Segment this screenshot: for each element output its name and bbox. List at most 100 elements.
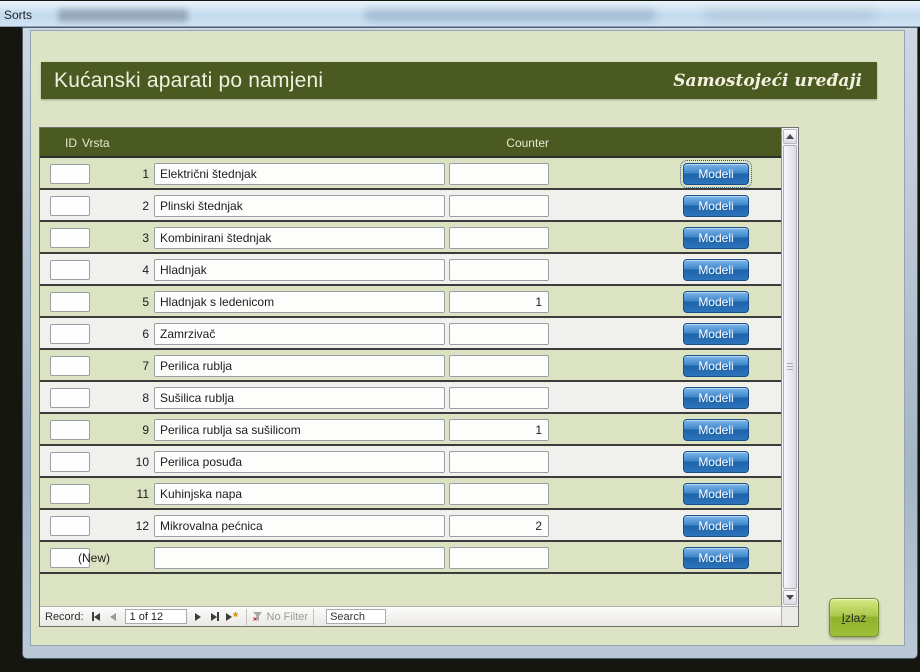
nav-separator <box>313 608 315 625</box>
counter-input[interactable] <box>449 227 549 249</box>
row-id-value: 1 <box>142 167 149 181</box>
id-box[interactable] <box>50 420 90 440</box>
column-header-id: ID <box>65 136 77 150</box>
vrsta-input[interactable] <box>154 547 445 569</box>
counter-input[interactable] <box>449 323 549 345</box>
modeli-button[interactable]: Modeli <box>683 515 749 537</box>
modeli-button[interactable]: Modeli <box>683 387 749 409</box>
counter-input[interactable] <box>449 163 549 185</box>
counter-input[interactable] <box>449 547 549 569</box>
counter-input[interactable] <box>449 451 549 473</box>
vrsta-input[interactable]: Zamrzivač <box>154 323 445 345</box>
modeli-button[interactable]: Modeli <box>683 547 749 569</box>
record-label: Record: <box>45 610 84 623</box>
modeli-button[interactable]: Modeli <box>680 160 752 188</box>
table-row: 11 Kuhinjska napa Modeli <box>40 478 781 510</box>
no-filter-label: No Filter <box>266 610 309 623</box>
counter-input[interactable]: 1 <box>449 419 549 441</box>
scrollbar-thumb[interactable] <box>783 145 797 589</box>
scroll-down-icon <box>786 595 794 600</box>
table-header: ID Vrsta Counter <box>40 128 781 158</box>
counter-input[interactable]: 2 <box>449 515 549 537</box>
id-box[interactable] <box>50 164 90 184</box>
id-box[interactable] <box>50 292 90 312</box>
modeli-button[interactable]: Modeli <box>683 483 749 505</box>
table-row: 8 Sušilica rublja Modeli <box>40 382 781 414</box>
counter-input[interactable] <box>449 387 549 409</box>
scroll-up-icon <box>786 134 794 139</box>
modeli-button[interactable]: Modeli <box>683 259 749 281</box>
counter-input[interactable]: 1 <box>449 291 549 313</box>
row-id-value: 9 <box>142 423 149 437</box>
id-box[interactable] <box>50 452 90 472</box>
row-id-value: 12 <box>135 519 149 533</box>
vrsta-input[interactable]: Sušilica rublja <box>154 387 445 409</box>
last-record-button[interactable] <box>208 609 223 624</box>
vrsta-input[interactable]: Perilica posuđa <box>154 451 445 473</box>
table-row: 3 Kombinirani štednjak Modeli <box>40 222 781 254</box>
scroll-down-button[interactable] <box>783 590 797 605</box>
vrsta-input[interactable]: Perilica rublja <box>154 355 445 377</box>
record-navigator: Record: 1 of 12 * No Filter Search <box>40 606 781 626</box>
vrsta-input[interactable]: Mikrovalna pećnica <box>154 515 445 537</box>
vrsta-input[interactable]: Hladnjak s ledenicom <box>154 291 445 313</box>
table-row: 2 Plinski štednjak Modeli <box>40 190 781 222</box>
row-id-value: 8 <box>142 391 149 405</box>
scroll-up-button[interactable] <box>783 129 797 144</box>
vrsta-input[interactable]: Hladnjak <box>154 259 445 281</box>
modeli-button[interactable]: Modeli <box>683 355 749 377</box>
id-box[interactable] <box>50 324 90 344</box>
page-title: Kućanski aparati po namjeni <box>54 68 324 92</box>
id-box[interactable] <box>50 228 90 248</box>
filter-indicator[interactable]: No Filter <box>252 610 309 623</box>
page-subtitle: Samostojeći uređaji <box>673 70 862 91</box>
search-input[interactable] <box>326 609 387 624</box>
new-record-star-icon: * <box>233 608 239 624</box>
id-box[interactable] <box>50 388 90 408</box>
row-id-value: 4 <box>142 263 149 277</box>
id-box[interactable] <box>50 260 90 280</box>
exit-button[interactable]: Izlaz <box>829 598 879 637</box>
modeli-button[interactable]: Modeli <box>683 451 749 473</box>
modeli-button[interactable]: Modeli <box>683 323 749 345</box>
new-record-button[interactable]: * <box>225 609 240 624</box>
column-header-vrsta: Vrsta <box>82 136 110 150</box>
counter-input[interactable] <box>449 195 549 217</box>
vertical-scrollbar[interactable] <box>781 128 798 606</box>
table-row: 1 Električni štednjak Modeli <box>40 158 781 190</box>
row-id-value: 2 <box>142 199 149 213</box>
vrsta-input[interactable]: Kuhinjska napa <box>154 483 445 505</box>
filter-funnel-icon <box>252 612 262 621</box>
table-body: 1 Električni štednjak Modeli 2 Plinski š… <box>40 158 781 574</box>
id-box[interactable] <box>50 516 90 536</box>
first-record-button[interactable] <box>89 609 104 624</box>
vrsta-input[interactable]: Plinski štednjak <box>154 195 445 217</box>
table-row: 5 Hladnjak s ledenicom 1 Modeli <box>40 286 781 318</box>
previous-record-button[interactable] <box>106 609 121 624</box>
exit-button-label: Izlaz <box>841 610 867 625</box>
redacted-toolbar-right <box>705 9 875 22</box>
row-id-value: (New) <box>78 551 110 565</box>
id-box[interactable] <box>50 484 90 504</box>
counter-input[interactable] <box>449 259 549 281</box>
vrsta-input[interactable]: Kombinirani štednjak <box>154 227 445 249</box>
modeli-button[interactable]: Modeli <box>683 227 749 249</box>
counter-input[interactable] <box>449 355 549 377</box>
modeli-button[interactable]: Modeli <box>683 291 749 313</box>
id-box[interactable] <box>50 356 90 376</box>
row-id-value: 11 <box>136 487 149 501</box>
modeli-button[interactable]: Modeli <box>683 195 749 217</box>
app-titlebar: Sorts <box>0 1 920 27</box>
previous-record-icon <box>110 612 117 621</box>
counter-input[interactable] <box>449 483 549 505</box>
table-row: 7 Perilica rublja Modeli <box>40 350 781 382</box>
table-row: 10 Perilica posuđa Modeli <box>40 446 781 478</box>
row-id-value: 5 <box>142 295 149 309</box>
column-header-counter: Counter <box>506 136 549 150</box>
id-box[interactable] <box>50 196 90 216</box>
next-record-button[interactable] <box>191 609 206 624</box>
vrsta-input[interactable]: Perilica rublja sa sušilicom <box>154 419 445 441</box>
vrsta-input[interactable]: Električni štednjak <box>154 163 445 185</box>
modeli-button[interactable]: Modeli <box>683 419 749 441</box>
record-position-box[interactable]: 1 of 12 <box>124 609 187 624</box>
